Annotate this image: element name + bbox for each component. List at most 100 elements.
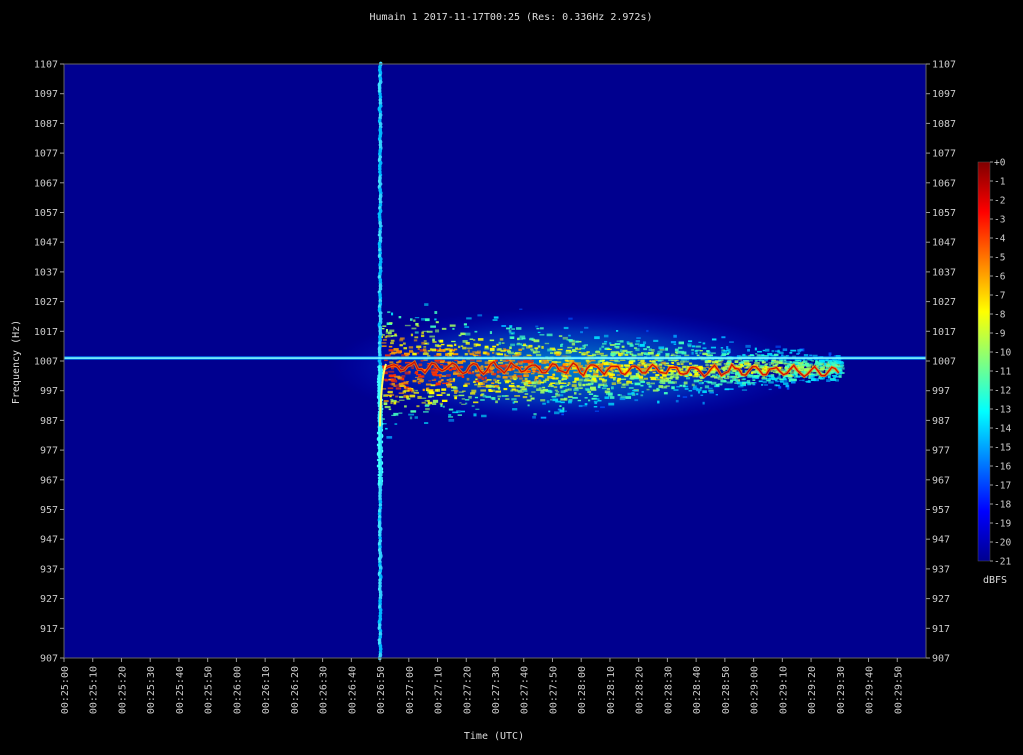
echo-speckle bbox=[467, 349, 470, 353]
echo-speckle bbox=[643, 348, 648, 351]
echo-speckle bbox=[657, 400, 660, 404]
colorbar-tick-label: -9 bbox=[994, 329, 1006, 340]
echo-speckle bbox=[448, 418, 455, 422]
echo-speckle bbox=[494, 380, 499, 384]
echo-speckle bbox=[433, 378, 437, 381]
echo-speckle bbox=[595, 351, 601, 353]
echo-speckle bbox=[482, 394, 487, 398]
echo-speckle bbox=[452, 378, 456, 381]
echo-speckle bbox=[481, 377, 485, 381]
x-tick-label: 00:26:20 bbox=[290, 666, 301, 714]
echo-speckle bbox=[510, 343, 516, 347]
echo-speckle bbox=[691, 349, 695, 351]
x-tick-label: 00:29:00 bbox=[750, 666, 761, 714]
echo-speckle bbox=[564, 363, 568, 366]
echo-speckle bbox=[520, 388, 527, 391]
echo-speckle bbox=[384, 394, 389, 397]
echo-speckle bbox=[628, 361, 634, 364]
echo-speckle bbox=[628, 387, 634, 389]
echo-speckle bbox=[610, 386, 614, 390]
echo-speckle bbox=[568, 334, 571, 337]
echo-speckle bbox=[432, 338, 435, 341]
echo-speckle bbox=[537, 374, 543, 378]
echo-speckle bbox=[410, 410, 417, 413]
echo-speckle bbox=[702, 347, 707, 350]
echo-speckle bbox=[477, 385, 481, 388]
echo-speckle bbox=[620, 386, 626, 389]
echo-speckle bbox=[402, 342, 406, 345]
echo-speckle bbox=[700, 394, 704, 396]
echo-speckle bbox=[553, 386, 558, 389]
echo-speckle bbox=[688, 340, 693, 343]
echo-speckle bbox=[412, 379, 417, 383]
echo-speckle bbox=[441, 379, 444, 382]
echo-speckle bbox=[439, 349, 446, 352]
echo-speckle bbox=[604, 340, 608, 343]
echo-speckle bbox=[383, 400, 389, 403]
echo-speckle bbox=[382, 325, 387, 328]
echo-speckle bbox=[503, 387, 508, 391]
echo-speckle bbox=[655, 374, 660, 377]
echo-speckle bbox=[440, 343, 445, 346]
echo-speckle bbox=[435, 382, 441, 386]
echo-speckle bbox=[436, 394, 443, 396]
echo-speckle bbox=[509, 346, 512, 350]
echo-speckle bbox=[446, 393, 450, 396]
echo-speckle bbox=[449, 380, 455, 383]
echo-speckle bbox=[702, 342, 706, 345]
y-tick-label-left: 1077 bbox=[34, 149, 58, 160]
echo-speckle bbox=[418, 375, 424, 378]
echo-speckle bbox=[527, 404, 530, 407]
echo-speckle bbox=[461, 398, 466, 400]
y-tick-label-left: 1047 bbox=[34, 238, 58, 249]
echo-speckle bbox=[707, 359, 712, 362]
echo-speckle bbox=[519, 308, 523, 310]
echo-speckle bbox=[508, 329, 512, 333]
echo-speckle bbox=[779, 378, 784, 381]
echo-speckle bbox=[599, 364, 604, 367]
colorbar-tick-label: -17 bbox=[994, 481, 1011, 492]
echo-speckle bbox=[389, 352, 396, 355]
echo-speckle bbox=[482, 380, 488, 383]
echo-speckle bbox=[497, 397, 500, 401]
echo-speckle bbox=[384, 379, 387, 381]
echo-speckle bbox=[578, 387, 584, 389]
echo-speckle bbox=[697, 390, 701, 394]
echo-speckle bbox=[415, 373, 422, 376]
echo-speckle bbox=[409, 416, 413, 420]
echo-speckle bbox=[519, 335, 526, 338]
echo-speckle bbox=[640, 384, 644, 387]
echo-speckle bbox=[724, 388, 730, 391]
echo-speckle bbox=[517, 375, 523, 378]
echo-speckle bbox=[674, 351, 678, 353]
echo-speckle bbox=[792, 361, 799, 364]
echo-speckle bbox=[530, 348, 534, 351]
echo-speckle bbox=[387, 387, 394, 390]
echo-speckle bbox=[440, 363, 444, 366]
echo-speckle bbox=[409, 351, 414, 353]
echo-speckle bbox=[492, 319, 498, 321]
echo-speckle bbox=[458, 394, 465, 397]
echo-speckle bbox=[695, 345, 701, 348]
y-tick-label-right: 1037 bbox=[932, 267, 956, 278]
echo-speckle bbox=[806, 380, 811, 383]
echo-speckle bbox=[514, 371, 520, 373]
echo-speckle bbox=[591, 382, 594, 385]
echo-speckle bbox=[416, 352, 420, 355]
echo-speckle bbox=[425, 407, 430, 411]
echo-speckle bbox=[687, 345, 692, 348]
echo-speckle bbox=[714, 376, 718, 379]
echo-speckle bbox=[626, 341, 630, 344]
echo-speckle bbox=[489, 331, 493, 335]
echo-speckle bbox=[658, 346, 665, 350]
echo-speckle bbox=[465, 342, 470, 345]
echo-speckle bbox=[588, 399, 591, 402]
echo-speckle bbox=[761, 383, 764, 386]
echo-speckle bbox=[671, 361, 674, 364]
echo-speckle bbox=[764, 384, 768, 386]
echo-speckle bbox=[710, 375, 715, 378]
echo-speckle bbox=[490, 368, 494, 371]
echo-speckle bbox=[480, 399, 485, 401]
y-tick-label-left: 937 bbox=[40, 564, 58, 575]
y-tick-label-left: 1057 bbox=[34, 208, 58, 219]
